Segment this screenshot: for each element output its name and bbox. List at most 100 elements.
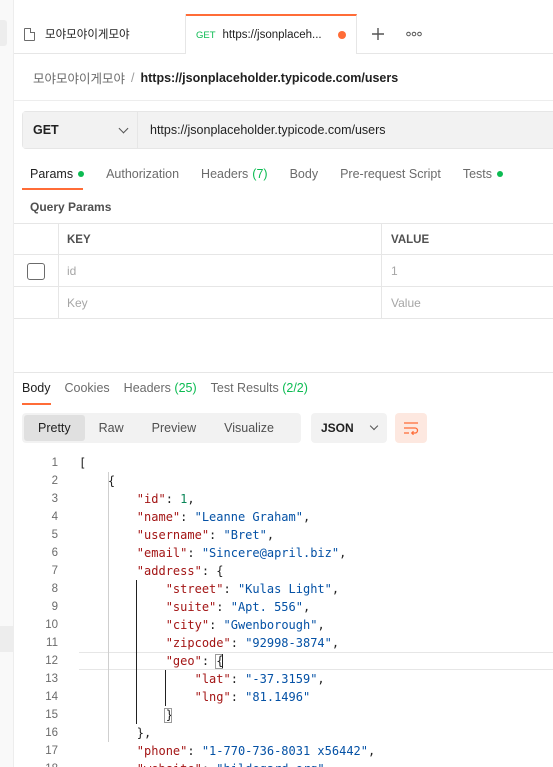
json-punctuation: : (223, 582, 238, 596)
response-headers-count: (25) (174, 381, 197, 395)
json-string: "92998-3874" (245, 636, 332, 650)
json-punctuation (79, 528, 137, 542)
json-punctuation: : (187, 744, 202, 758)
line-content: "name": "Leanne Graham", (79, 508, 310, 526)
method-select[interactable]: GET (23, 112, 138, 148)
json-key: "name" (136, 510, 181, 524)
json-punctuation: [ (79, 456, 87, 470)
plus-icon (372, 28, 384, 40)
query-params-title: Query Params (30, 200, 112, 214)
breadcrumb-collection-link[interactable]: 모야모야이게모야 (33, 68, 125, 87)
tab-request[interactable]: GET https://jsonplaceh... (186, 14, 357, 54)
line-content: [ (79, 454, 86, 472)
table-row-new: Key Value (14, 287, 553, 319)
response-divider[interactable] (14, 372, 553, 373)
table-row: id 1 (14, 255, 553, 287)
json-key: "email" (136, 546, 188, 560)
json-key: "zipcode" (165, 636, 231, 650)
json-punctuation (79, 762, 137, 767)
view-preview-button[interactable]: Preview (138, 415, 210, 441)
code-line: 10 "city": "Gwenborough", (14, 616, 553, 634)
tab-headers[interactable]: Headers (7) (201, 167, 268, 181)
new-param-key-input[interactable]: Key (59, 287, 382, 319)
line-number: 18 (14, 760, 58, 767)
json-string: "Apt. 556" (230, 600, 303, 614)
json-punctuation: : (165, 492, 181, 506)
tab-headers-label: Headers (201, 167, 249, 181)
line-number: 12 (45, 655, 58, 667)
line-number: 11 (46, 637, 58, 649)
json-punctuation: : (216, 600, 231, 614)
code-line: 9 "suite": "Apt. 556", (14, 598, 553, 616)
line-number: 16 (45, 727, 58, 739)
request-name[interactable]: https://jsonplaceholder.typicode.com/use… (141, 71, 399, 85)
json-punctuation (79, 510, 137, 524)
tab-response-headers-label: Headers (123, 381, 171, 395)
response-body-viewer[interactable]: 1[2 {3 "id": 1, 4 "name": "Leanne Graham"… (14, 454, 553, 767)
json-key: "website" (137, 762, 202, 767)
param-key[interactable]: id (59, 255, 382, 287)
format-select[interactable]: JSON (311, 413, 387, 443)
param-value[interactable]: 1 (382, 255, 553, 287)
column-header-value: VALUE (391, 234, 430, 246)
unsaved-dot-icon (338, 31, 346, 39)
tab-method-badge: GET (196, 29, 216, 41)
tab-response-body[interactable]: Body (22, 381, 51, 395)
param-enable-checkbox[interactable] (27, 262, 45, 280)
breadcrumb: 모야모야이게모야 / https://jsonplaceholder.typic… (33, 68, 398, 87)
tab-response-headers[interactable]: Headers (25) (124, 381, 197, 395)
sidebar-collapsed-item[interactable] (0, 20, 7, 46)
json-punctuation: , (266, 528, 275, 542)
line-content: "suite": "Apt. 556", (79, 598, 311, 616)
line-content: "lat": "-37.3159", (79, 670, 325, 688)
json-punctuation: , (325, 762, 332, 767)
line-content: "email": "Sincere@april.biz", (79, 544, 347, 562)
line-number: 6 (51, 547, 58, 559)
tab-params[interactable]: Params (30, 167, 85, 181)
json-string: "Leanne Graham" (194, 510, 303, 524)
json-punctuation (79, 546, 137, 560)
method-label: GET (33, 123, 59, 137)
response-tabs: Body Cookies Headers (25) Test Results (… (22, 381, 322, 395)
json-key: "suite" (165, 600, 217, 614)
code-line: 7 "address": { (14, 562, 553, 580)
line-number: 7 (51, 565, 58, 577)
tab-tests[interactable]: Tests (463, 167, 503, 181)
more-tabs-button[interactable] (402, 14, 426, 54)
divider (14, 100, 553, 101)
code-line: 11 "zipcode": "92998-3874", (14, 634, 553, 652)
json-key: "city" (165, 618, 210, 632)
view-pretty-button[interactable]: Pretty (24, 415, 85, 441)
code-line: 17 "phone": "1-770-736-8031 x56442", (14, 742, 553, 760)
header-checkbox-cell (14, 224, 59, 256)
tab-body[interactable]: Body (290, 167, 319, 181)
tab-test-results[interactable]: Test Results (2/2) (211, 381, 308, 395)
new-tab-button[interactable] (366, 14, 390, 54)
tab-authorization[interactable]: Authorization (106, 167, 179, 181)
json-string: "1-770-736-8031 x56442" (201, 744, 368, 758)
json-key: "lng" (194, 690, 231, 704)
view-raw-button[interactable]: Raw (85, 415, 138, 441)
tab-prerequest-script[interactable]: Pre-request Script (340, 167, 441, 181)
sidebar-collapsed-item[interactable] (0, 626, 14, 652)
line-number: 2 (51, 475, 58, 487)
json-punctuation: , (368, 744, 376, 758)
wrap-lines-button[interactable] (395, 413, 427, 443)
tab-collection[interactable]: 모야모야이게모야 (14, 14, 186, 54)
json-punctuation: }, (79, 726, 152, 740)
view-visualize-button[interactable]: Visualize (210, 415, 288, 441)
line-number: 3 (51, 493, 58, 505)
format-label: JSON (321, 421, 354, 435)
url-input[interactable] (138, 112, 553, 148)
json-punctuation: { (79, 474, 116, 488)
line-content: "city": "Gwenborough", (79, 616, 325, 634)
line-number: 8 (51, 583, 58, 595)
status-dot-icon (497, 171, 503, 177)
tab-response-cookies[interactable]: Cookies (65, 381, 110, 395)
json-punctuation: : (230, 672, 246, 686)
new-param-value-input[interactable]: Value (382, 287, 553, 319)
line-content: "lng": "81.1496" (79, 688, 311, 706)
json-punctuation: , (317, 618, 325, 632)
view-mode-segmented-control: Pretty Raw Preview Visualize (22, 413, 301, 443)
ellipsis-icon (406, 31, 422, 37)
